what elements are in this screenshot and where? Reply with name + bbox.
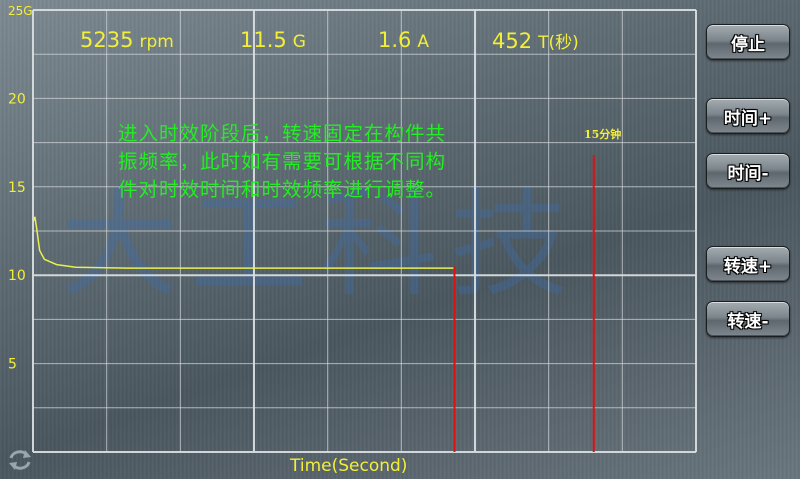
- time-value: 452: [492, 29, 533, 53]
- time-plus-button[interactable]: 时间+: [706, 98, 790, 134]
- y-tick-label: 10: [8, 268, 26, 284]
- y-tick-label: 25G: [8, 4, 33, 18]
- marker-label: 15分钟: [584, 128, 622, 141]
- y-tick-label: 20: [8, 91, 26, 107]
- current-unit: A: [417, 32, 430, 52]
- current-value: 1.6: [378, 28, 412, 52]
- accel-readout: 11.5 G: [240, 28, 306, 52]
- speed-minus-button[interactable]: 转速-: [706, 301, 790, 337]
- data-series-line: [32, 216, 455, 269]
- speed-unit: rpm: [139, 32, 174, 52]
- time-minus-button[interactable]: 时间-: [706, 153, 790, 189]
- y-tick-label: 5: [8, 357, 17, 373]
- stop-button[interactable]: 停止: [706, 24, 790, 60]
- refresh-icon[interactable]: [6, 448, 34, 472]
- instruction-note: 进入时效阶段后，转速固定在构件共振频率，此时如有需要可根据不同构件对时效时间和时…: [118, 122, 447, 201]
- time-readout: 452 T(秒): [492, 28, 579, 53]
- speed-readout: 5235 rpm: [80, 28, 174, 52]
- speed-value: 5235: [80, 28, 134, 52]
- aging-chart: 5 10 15 20 25G: [8, 4, 697, 453]
- time-unit: T(秒): [538, 33, 579, 53]
- accel-value: 11.5: [240, 28, 287, 52]
- speed-plus-button[interactable]: 转速+: [706, 246, 790, 282]
- accel-unit: G: [292, 32, 306, 52]
- y-tick-label: 15: [8, 180, 26, 196]
- x-axis-title: Time(Second): [290, 456, 408, 476]
- current-readout: 1.6 A: [378, 28, 429, 52]
